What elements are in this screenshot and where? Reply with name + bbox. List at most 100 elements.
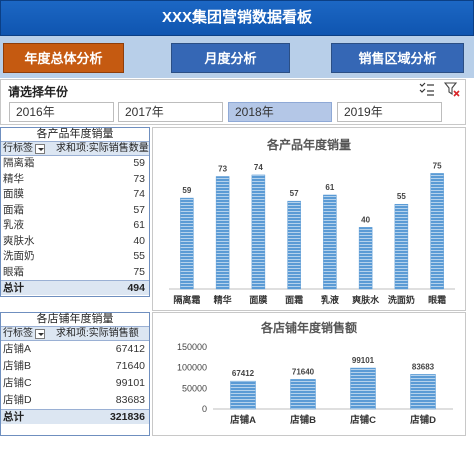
navigation-bar: 年度总体分析 月度分析 销售区域分析 [0,36,474,78]
row-name: 乳液 [3,219,24,231]
store-sales-chart[interactable]: 各店铺年度销售额 0 50000 100000 150000 67412 店铺A 71640… [152,312,466,436]
x-tick-label: 店铺C [350,414,376,426]
data-label: 83683 [412,362,435,371]
bar[interactable] [350,367,376,410]
table-row[interactable]: 店铺C 99101 [1,375,149,392]
data-label: 40 [361,215,370,224]
table-row[interactable]: 店铺A 67412 [1,341,149,358]
table-row[interactable]: 爽肤水 40 [1,234,149,250]
y-tick-label: 0 [202,404,207,414]
row-value: 59 [133,157,145,169]
store-chart-svg: 0 50000 100000 150000 67412 店铺A 71640 店铺B 99101 店… [177,342,453,426]
y-tick-label: 150000 [177,342,207,352]
product-pivot-title: 各产品年度销量 [36,128,114,140]
data-label: 74 [254,163,263,172]
clear-filter-icon[interactable] [444,81,460,97]
dashboard-title: XXX集团营销数据看板 [0,0,474,36]
table-row[interactable]: 洗面奶 55 [1,249,149,265]
slicer-title: 请选择年份 [8,85,69,99]
row-label-header: 行标签 [3,143,33,154]
row-name: 店铺A [3,343,32,355]
row-name: 面膜 [3,188,24,200]
total-value: 494 [127,282,145,294]
data-label: 59 [182,186,191,195]
row-name: 隔离霜 [3,157,35,169]
x-tick-label: 乳液 [321,294,340,305]
x-tick-label: 眼霜 [428,295,446,305]
year-option-2019[interactable]: 2019年 [337,102,442,122]
table-row[interactable]: 店铺B 71640 [1,358,149,375]
x-tick-label: 店铺B [290,414,316,426]
table-row[interactable]: 眼霜 75 [1,265,149,281]
row-value: 40 [133,234,145,247]
row-name: 面霜 [3,203,24,216]
store-pivot-title: 各店铺年度销量 [36,313,114,325]
product-pivot-header: 行标签 求和项:实际销售数量 [1,141,149,156]
y-tick-label: 50000 [182,383,207,393]
product-chart-svg: 59 隔离霜 73 精华 74 面膜 57 面霜 61 乳液 40 爽肤水 55 洗面奶 75 眼霜 [169,161,455,305]
row-value: 73 [133,172,145,185]
monthly-analysis-button[interactable]: 月度分析 [171,43,290,73]
row-name: 店铺B [3,360,32,372]
bar[interactable] [215,176,230,290]
x-tick-label: 店铺A [230,414,256,426]
row-name: 爽肤水 [3,234,35,247]
y-tick-label: 100000 [177,363,207,373]
total-label: 总计 [3,282,24,294]
row-name: 眼霜 [3,265,24,278]
multi-select-icon[interactable] [419,81,435,97]
bar[interactable] [323,194,337,290]
total-value: 321836 [109,411,145,423]
bar[interactable] [230,380,256,410]
x-tick-label: 店铺D [410,414,436,426]
bar[interactable] [180,197,194,290]
value-header: 求和项:实际销售额 [56,328,139,339]
row-value: 71640 [115,360,145,372]
row-value: 74 [133,188,145,200]
table-row[interactable]: 隔离霜 59 [1,156,149,172]
table-row[interactable]: 乳液 61 [1,218,149,234]
year-option-2016[interactable]: 2016年 [9,102,114,122]
row-name: 店铺C [3,377,32,389]
x-tick-label: 面霜 [285,295,303,305]
annual-analysis-button[interactable]: 年度总体分析 [3,43,124,73]
store-pivot-table: 各店铺年度销量 行标签 求和项:实际销售额 店铺A 67412 店铺B 71640 … [0,312,150,436]
data-label: 75 [433,161,442,170]
filter-dropdown-icon[interactable] [35,143,45,154]
total-row: 总计 321836 [1,409,149,424]
bar[interactable] [394,203,409,290]
year-option-2017[interactable]: 2017年 [118,102,223,122]
row-name: 精华 [3,172,24,185]
table-row[interactable]: 面膜 74 [1,187,149,203]
store-pivot-header: 行标签 求和项:实际销售额 [1,326,149,341]
x-tick-label: 洗面奶 [388,294,415,305]
year-option-2018[interactable]: 2018年 [228,102,332,122]
total-row: 总计 494 [1,280,149,295]
bar[interactable] [430,173,444,290]
table-row[interactable]: 面霜 57 [1,203,149,219]
bar[interactable] [290,379,316,410]
bar[interactable] [251,174,266,290]
value-header: 求和项:实际销售数量 [56,143,149,154]
filter-dropdown-icon[interactable] [35,328,45,339]
row-name: 店铺D [3,394,32,406]
data-label: 71640 [292,367,315,376]
row-label-header: 行标签 [3,328,33,339]
table-row[interactable]: 精华 73 [1,172,149,188]
row-value: 83683 [115,394,145,406]
bar[interactable] [358,227,373,290]
row-name: 洗面奶 [3,250,35,262]
data-label: 55 [397,192,406,201]
bar[interactable] [410,374,436,410]
row-value: 55 [133,250,145,262]
row-value: 61 [133,219,145,231]
row-value: 99101 [115,377,145,389]
data-label: 61 [325,183,334,192]
bar[interactable] [287,200,301,290]
row-value: 67412 [115,343,145,355]
region-analysis-button[interactable]: 销售区域分析 [331,43,464,73]
table-row[interactable]: 店铺D 83683 [1,392,149,409]
data-label: 57 [290,189,299,198]
product-pivot-table: 各产品年度销量 行标签 求和项:实际销售数量 隔离霜 59 精华 73 面膜 74 面… [0,127,150,297]
product-sales-chart[interactable]: 各产品年度销量 59 隔离霜 73 精华 74 面膜 57 面霜 61 乳液 40 爽肤水 55 洗面奶 7… [152,127,466,311]
